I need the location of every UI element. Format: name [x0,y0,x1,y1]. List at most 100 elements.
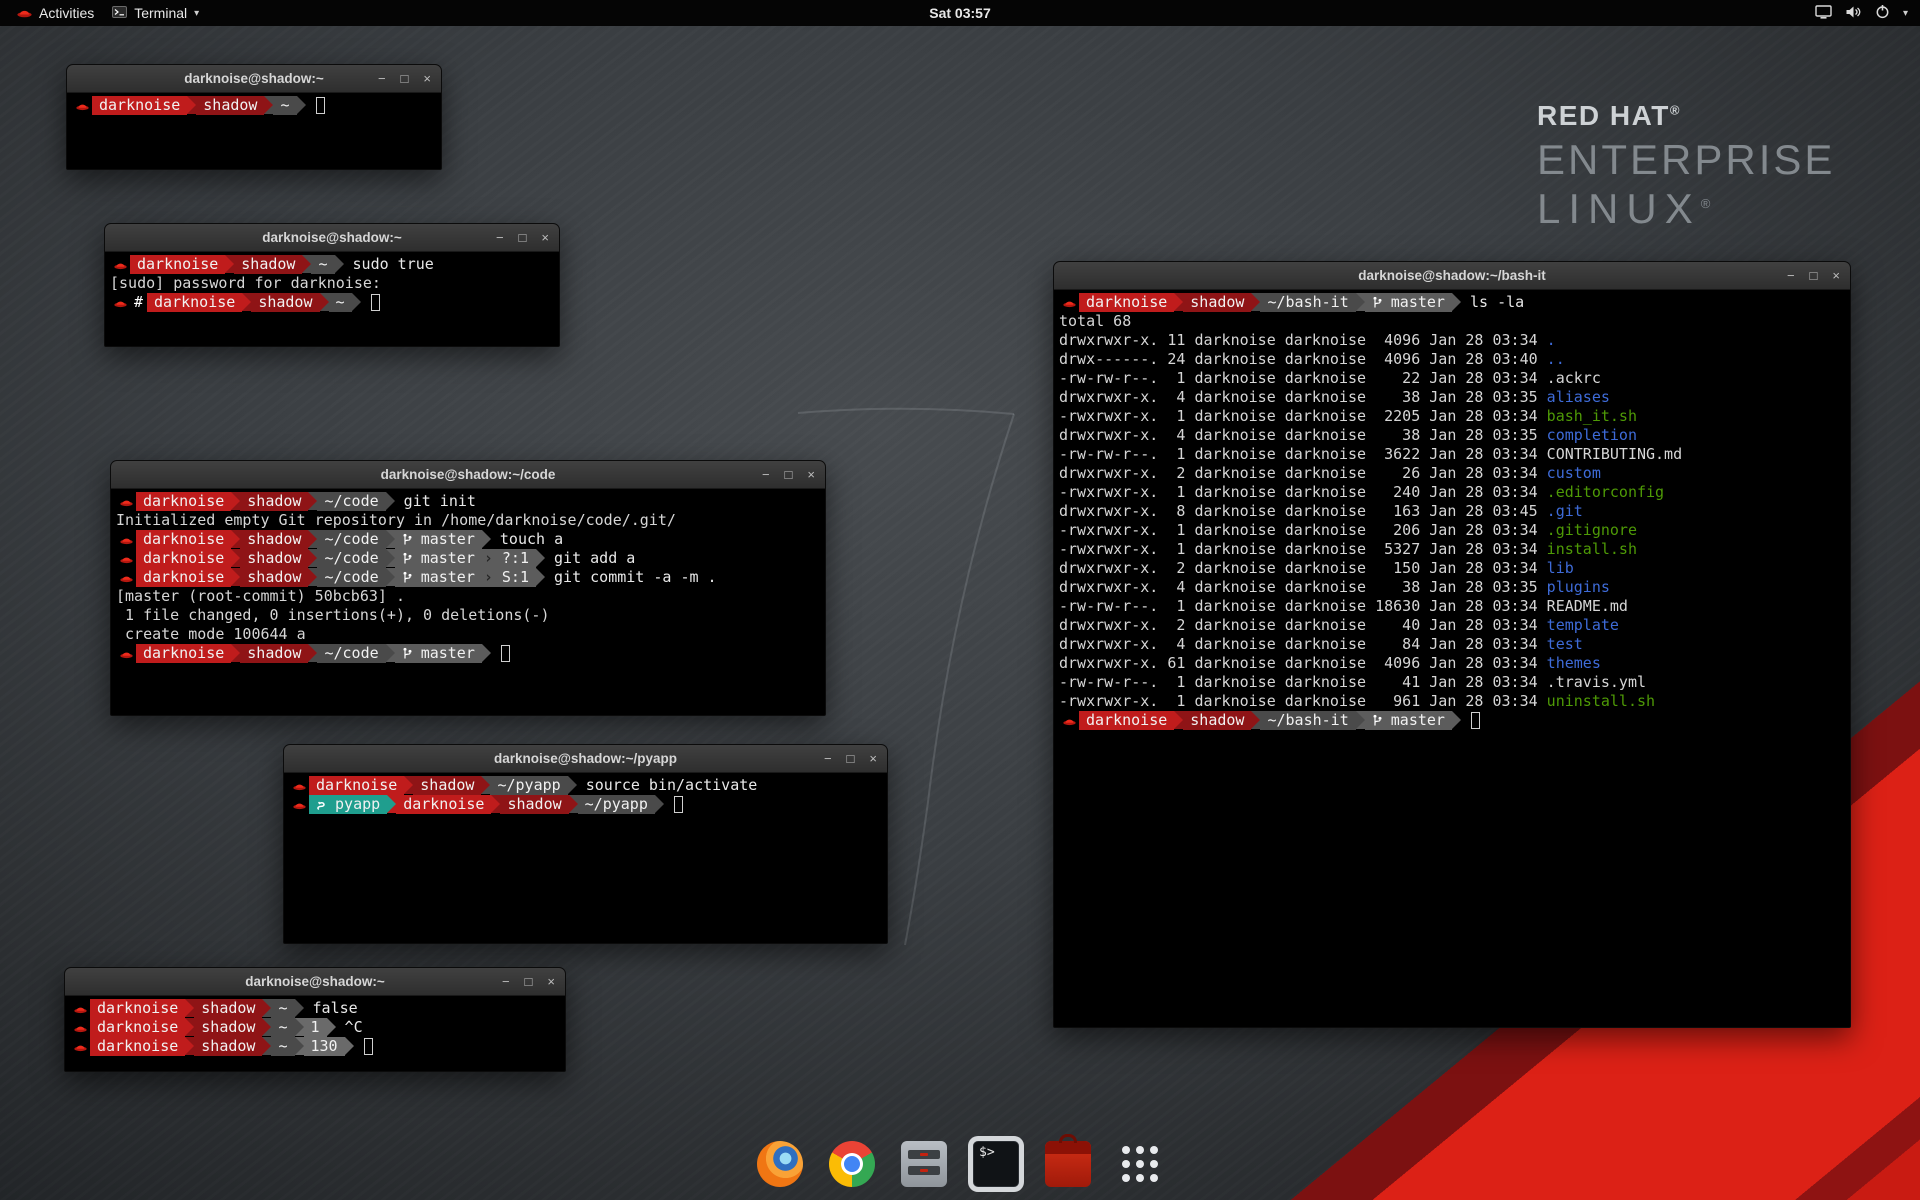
output-text: drwx------. 24 darknoise darknoise 4096 … [1059,350,1547,368]
terminal-line: darknoiseshadow~/pyapp source bin/activa… [289,776,882,795]
chrome-icon [829,1141,875,1187]
clock[interactable]: Sat 03:57 [929,5,990,21]
terminal-line: drwxrwxr-x. 61 darknoise darknoise 4096 … [1059,654,1845,673]
output-text: drwxrwxr-x. 2 darknoise darknoise 26 Jan… [1059,464,1547,482]
close-button[interactable]: × [807,461,815,488]
prompt-segment-host: shadow [240,492,308,511]
app-grid-icon [1117,1141,1163,1187]
output-text: -rwxrwxr-x. 1 darknoise darknoise 5327 J… [1059,540,1547,558]
close-button[interactable]: × [541,224,549,251]
powerline-separator [1452,711,1461,729]
dock: $> [752,1136,1168,1192]
minimize-button[interactable]: − [502,968,510,995]
terminal-line: darknoiseshadow~/code master›?:1 git add… [116,549,820,568]
powerline-separator [262,1018,271,1036]
prompt-segment-status: 1 [304,1018,327,1037]
window-title: darknoise@shadow:~/bash-it [1054,262,1850,289]
window-titlebar[interactable]: darknoise@shadow:~ − □ × [67,65,441,93]
terminal-line: drwxrwxr-x. 2 darknoise darknoise 150 Ja… [1059,559,1845,578]
redhat-prompt-icon [70,1018,90,1037]
maximize-button[interactable]: □ [1810,262,1818,289]
minimize-button[interactable]: − [1787,262,1795,289]
window-titlebar[interactable]: darknoise@shadow:~/pyapp − □ × [284,745,887,773]
terminal-line: darknoiseshadow~ sudo true [110,255,554,274]
terminal-line: 1 file changed, 0 insertions(+), 0 delet… [116,606,820,625]
prompt-segment-git: master [395,644,482,663]
output-text: drwxrwxr-x. 4 darknoise darknoise 38 Jan… [1059,426,1547,444]
prompt-segment-host: shadow [240,549,308,568]
maximize-button[interactable]: □ [847,745,855,772]
maximize-button[interactable]: □ [525,968,533,995]
dock-item-files[interactable] [896,1136,952,1192]
powerline-separator [308,644,317,662]
maximize-button[interactable]: □ [519,224,527,251]
terminal-cursor [1471,712,1480,729]
terminal-body[interactable]: darknoiseshadow~/bash-it master ls -lato… [1054,290,1850,733]
system-status-area[interactable]: ▾ [1815,0,1920,26]
activities-button[interactable]: Activities [8,0,103,26]
top-bar: Activities Terminal ▾ Sat 03:57 ▾ [0,0,1920,26]
window-controls: − □ × [378,65,431,92]
powerline-separator [295,999,304,1017]
close-button[interactable]: × [547,968,555,995]
terminal-line: drwxrwxr-x. 2 darknoise darknoise 26 Jan… [1059,464,1845,483]
window-titlebar[interactable]: darknoise@shadow:~/bash-it − □ × [1054,262,1850,290]
dock-item-toolbox[interactable] [1040,1136,1096,1192]
terminal-line: drwxrwxr-x. 4 darknoise darknoise 38 Jan… [1059,578,1845,597]
redhat-prompt-icon [116,568,136,587]
maximize-button[interactable]: □ [785,461,793,488]
command-text: touch a [491,530,563,548]
terminal-body[interactable]: darknoiseshadow~/pyapp source bin/activa… [284,773,887,817]
close-button[interactable]: × [869,745,877,772]
window-titlebar[interactable]: darknoise@shadow:~/code − □ × [111,461,825,489]
close-button[interactable]: × [1832,262,1840,289]
prompt-segment-host: shadow [234,255,302,274]
powerline-separator [481,776,490,794]
output-text: drwxrwxr-x. 8 darknoise darknoise 163 Ja… [1059,502,1547,520]
git-branch-icon [402,647,412,660]
executable-name: install.sh [1547,540,1637,558]
prompt-segment-user: darknoise [136,492,231,511]
chevron-down-icon: ▾ [1903,8,1908,19]
output-text: drwxrwxr-x. 61 darknoise darknoise 4096 … [1059,654,1547,672]
terminal-line: darknoiseshadow~130 [70,1037,560,1056]
maximize-button[interactable]: □ [401,65,409,92]
terminal-body[interactable]: darknoiseshadow~/code git initInitialize… [111,489,825,666]
powerline-separator [295,1037,304,1055]
dock-item-terminal[interactable]: $> [968,1136,1024,1192]
root-indicator: # [130,293,147,312]
terminal-line: darknoiseshadow~/code master›S:1 git com… [116,568,820,587]
prompt-segment-path: ~/pyapp [578,795,655,814]
terminal-body[interactable]: darknoiseshadow~ sudo true[sudo] passwor… [105,252,559,315]
window-controls: − □ × [1787,262,1840,289]
powerline-separator [242,293,251,311]
prompt-segment-path: ~/bash-it [1260,293,1355,312]
powerline-separator [655,795,664,813]
command-text: false [304,999,358,1017]
powerline-separator [295,1018,304,1036]
powerline-separator [327,1018,336,1036]
window-title: darknoise@shadow:~ [105,224,559,251]
app-menu-terminal[interactable]: Terminal ▾ [103,0,208,26]
git-branch-icon [1372,714,1382,727]
powerline-separator [568,776,577,794]
top-bar-left: Activities Terminal ▾ [0,0,208,26]
minimize-button[interactable]: − [762,461,770,488]
powerline-separator [387,795,396,813]
dock-item-show-applications[interactable] [1112,1136,1168,1192]
directory-name: .. [1547,350,1565,368]
window-titlebar[interactable]: darknoise@shadow:~ − □ × [65,968,565,996]
close-button[interactable]: × [423,65,431,92]
firefox-icon [757,1141,803,1187]
window-titlebar[interactable]: darknoise@shadow:~ − □ × [105,224,559,252]
dock-item-firefox[interactable] [752,1136,808,1192]
dock-item-chrome[interactable] [824,1136,880,1192]
terminal-body[interactable]: darknoiseshadow~ [67,93,441,118]
minimize-button[interactable]: − [378,65,386,92]
minimize-button[interactable]: − [824,745,832,772]
terminal-line: drwxrwxr-x. 8 darknoise darknoise 163 Ja… [1059,502,1845,521]
prompt-segment-path: ~/code [317,549,385,568]
terminal-body[interactable]: darknoiseshadow~ falsedarknoiseshadow~1 … [65,996,565,1059]
powerline-separator [262,1037,271,1055]
minimize-button[interactable]: − [496,224,504,251]
